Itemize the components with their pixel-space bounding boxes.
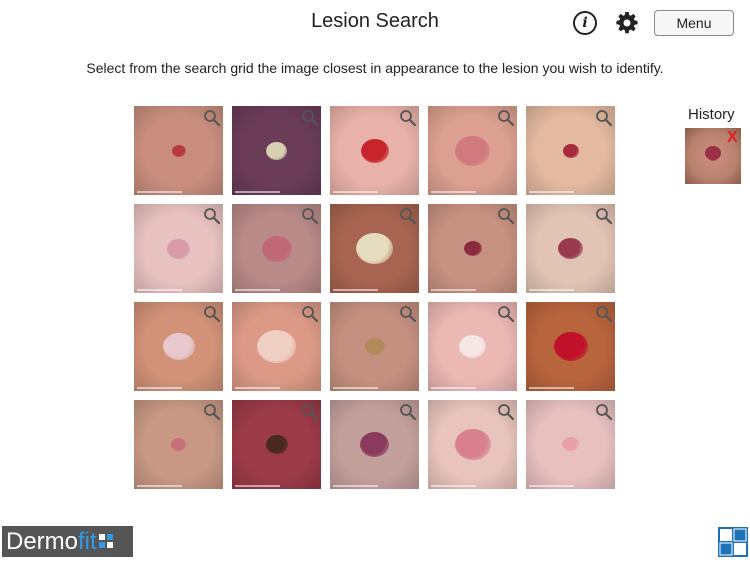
dermofit-logo: Dermofit xyxy=(2,526,133,557)
lesion-tile[interactable] xyxy=(330,302,419,391)
magnifier-icon[interactable] xyxy=(595,207,612,224)
lesion-tile[interactable] xyxy=(330,106,419,195)
lesion-image xyxy=(455,135,490,166)
magnifier-icon[interactable] xyxy=(399,305,416,322)
gear-icon[interactable] xyxy=(615,11,639,35)
lesion-tile[interactable] xyxy=(134,204,223,293)
copyright-caption xyxy=(431,191,476,193)
lesion-tile[interactable] xyxy=(232,106,321,195)
copyright-caption xyxy=(431,387,476,389)
lesion-tile[interactable] xyxy=(134,302,223,391)
lesion-image xyxy=(257,330,296,364)
lesion-image xyxy=(553,332,588,362)
copyright-caption xyxy=(137,485,182,487)
copyright-caption xyxy=(529,387,574,389)
lesion-image xyxy=(705,146,721,160)
copyright-caption xyxy=(529,191,574,193)
lesion-image xyxy=(171,144,186,157)
info-icon[interactable]: i xyxy=(573,11,597,35)
magnifier-icon[interactable] xyxy=(203,403,220,420)
lesion-image xyxy=(360,432,389,458)
magnifier-icon[interactable] xyxy=(399,207,416,224)
copyright-caption xyxy=(137,289,182,291)
lesion-tile[interactable] xyxy=(526,302,615,391)
lesion-image xyxy=(463,240,482,256)
lesion-image xyxy=(265,435,288,455)
copyright-caption xyxy=(235,485,280,487)
lesion-tile[interactable] xyxy=(428,302,517,391)
lesion-tile[interactable] xyxy=(232,204,321,293)
magnifier-icon[interactable] xyxy=(301,403,318,420)
magnifier-icon[interactable] xyxy=(399,403,416,420)
copyright-caption xyxy=(333,485,378,487)
lesion-image xyxy=(360,138,389,163)
magnifier-icon[interactable] xyxy=(497,403,514,420)
lesion-tile[interactable] xyxy=(134,400,223,489)
lesion-tile[interactable] xyxy=(428,400,517,489)
magnifier-icon[interactable] xyxy=(497,207,514,224)
magnifier-icon[interactable] xyxy=(595,305,612,322)
lesion-tile[interactable] xyxy=(330,400,419,489)
magnifier-icon[interactable] xyxy=(301,109,318,126)
lesion-image xyxy=(454,429,491,461)
magnifier-icon[interactable] xyxy=(203,305,220,322)
copyright-caption xyxy=(431,289,476,291)
magnifier-icon[interactable] xyxy=(301,305,318,322)
magnifier-icon[interactable] xyxy=(595,403,612,420)
copyright-caption xyxy=(333,191,378,193)
magnifier-icon[interactable] xyxy=(399,109,416,126)
lesion-tile[interactable] xyxy=(526,400,615,489)
history-label: History xyxy=(688,106,735,123)
copyright-caption xyxy=(333,289,378,291)
magnifier-icon[interactable] xyxy=(301,207,318,224)
lesion-image xyxy=(562,437,579,452)
menu-button[interactable]: Menu xyxy=(654,10,734,36)
copyright-caption xyxy=(235,191,280,193)
copyright-caption xyxy=(235,387,280,389)
lesion-image xyxy=(266,141,287,160)
magnifier-icon[interactable] xyxy=(203,207,220,224)
lesion-image xyxy=(171,438,186,452)
magnifier-icon[interactable] xyxy=(595,109,612,126)
copyright-caption xyxy=(235,289,280,291)
instruction-text: Select from the search grid the image cl… xyxy=(86,60,664,76)
lesion-image xyxy=(167,238,190,259)
lesion-image xyxy=(162,333,195,361)
magnifier-icon[interactable] xyxy=(203,109,220,126)
lesion-tile[interactable] xyxy=(134,106,223,195)
copyright-caption xyxy=(137,191,182,193)
copyright-caption xyxy=(431,485,476,487)
logo-text-dermo: Dermo xyxy=(6,528,79,555)
lesion-image xyxy=(356,232,393,264)
lesion-image xyxy=(558,238,583,259)
lesion-tile[interactable] xyxy=(232,302,321,391)
copyright-caption xyxy=(529,289,574,291)
history-remove-button[interactable]: X xyxy=(727,130,738,146)
magnifier-icon[interactable] xyxy=(497,305,514,322)
lesion-tile[interactable] xyxy=(330,204,419,293)
lesion-image xyxy=(261,235,292,262)
copyright-caption xyxy=(529,485,574,487)
lesion-tile[interactable] xyxy=(428,106,517,195)
lesion-tile[interactable] xyxy=(526,106,615,195)
copyright-caption xyxy=(137,387,182,389)
logo-squares-icon xyxy=(98,533,113,548)
copyright-caption xyxy=(333,387,378,389)
magnifier-icon[interactable] xyxy=(497,109,514,126)
lesion-tile[interactable] xyxy=(526,204,615,293)
corner-logo-icon xyxy=(718,527,748,557)
lesion-image xyxy=(562,143,579,158)
lesion-tile[interactable] xyxy=(232,400,321,489)
logo-text-fit: fit xyxy=(78,528,97,555)
lesion-image xyxy=(459,335,486,359)
lesion-tile[interactable] xyxy=(428,204,517,293)
lesion-image xyxy=(364,338,385,356)
